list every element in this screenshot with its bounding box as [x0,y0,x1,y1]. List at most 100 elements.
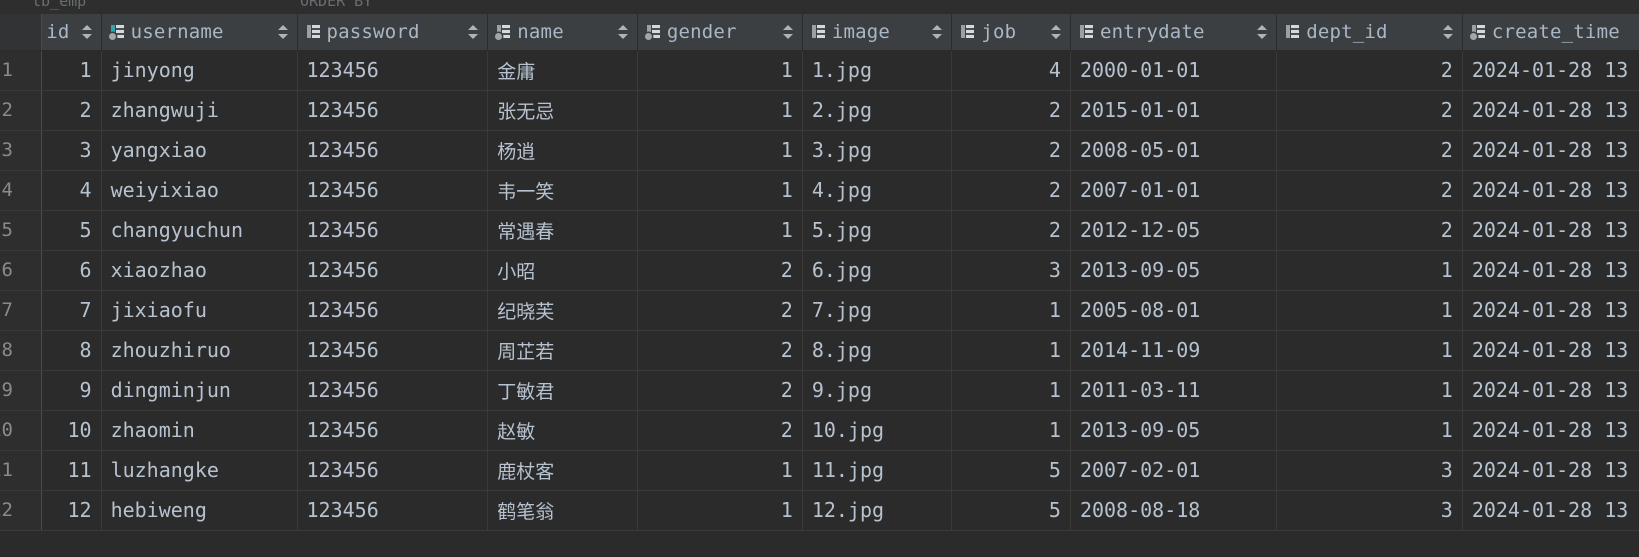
table-row[interactable]: 1 1 jinyong 123456 金庸 1 1.jpg 4 2000-01-01 2 2024-… [0,50,1639,91]
cell-password[interactable]: 123456 [297,170,489,211]
cell-password[interactable]: 123456 [297,210,489,251]
cell-image[interactable]: 2.jpg [802,90,953,131]
cell-gender[interactable]: 1 [637,450,803,491]
cell-job[interactable]: 2 [951,90,1071,131]
cell-username[interactable]: yangxiao [101,130,298,171]
cell-gender[interactable]: 2 [637,250,803,291]
cell-create-time[interactable]: 2024-01-28 13 [1462,90,1639,131]
cell-entrydate[interactable]: 2013-09-05 [1070,410,1278,451]
cell-gender[interactable]: 1 [637,50,803,91]
column-header-job[interactable]: job [951,14,1071,51]
cell-entrydate[interactable]: 2011-03-11 [1070,370,1278,411]
cell-name[interactable]: 赵敏 [487,410,638,451]
cell-entrydate[interactable]: 2015-01-01 [1070,90,1278,131]
result-grid[interactable]: id username password name gender image job entr… [0,14,1639,557]
row-number-cell[interactable]: 6 [0,250,42,291]
cell-entrydate[interactable]: 2014-11-09 [1070,330,1278,371]
cell-image[interactable]: 4.jpg [802,170,953,211]
cell-image[interactable]: 9.jpg [802,370,953,411]
table-row[interactable]: 3 3 yangxiao 123456 杨逍 1 3.jpg 2 2008-05-01 2 2024… [0,130,1639,171]
column-header-username[interactable]: username [101,14,298,51]
cell-create-time[interactable]: 2024-01-28 13 [1462,410,1639,451]
cell-password[interactable]: 123456 [297,50,489,91]
table-row[interactable]: 4 4 weiyixiao 123456 韦一笑 1 4.jpg 2 2007-01-01 2 20… [0,170,1639,211]
column-header-name[interactable]: name [487,14,638,51]
cell-job[interactable]: 1 [951,370,1071,411]
cell-id[interactable]: 3 [41,130,102,171]
row-number-cell[interactable]: 5 [0,210,42,251]
cell-password[interactable]: 123456 [297,410,489,451]
cell-create-time[interactable]: 2024-01-28 13 [1462,50,1639,91]
column-header-create-time[interactable]: create_time [1462,14,1639,51]
cell-password[interactable]: 123456 [297,130,489,171]
cell-gender[interactable]: 2 [637,290,803,331]
cell-password[interactable]: 123456 [297,450,489,491]
cell-name[interactable]: 鹿杖客 [487,450,638,491]
cell-create-time[interactable]: 2024-01-28 13 [1462,290,1639,331]
cell-id[interactable]: 1 [41,50,102,91]
cell-name[interactable]: 金庸 [487,50,638,91]
sort-toggle-icon[interactable] [617,24,629,40]
cell-username[interactable]: zhouzhiruo [101,330,298,371]
column-header-entrydate[interactable]: entrydate [1070,14,1278,51]
cell-dept-id[interactable]: 1 [1276,410,1463,451]
sort-toggle-icon[interactable] [782,24,794,40]
cell-gender[interactable]: 2 [637,410,803,451]
cell-username[interactable]: changyuchun [101,210,298,251]
row-number-cell[interactable]: 3 [0,130,42,171]
cell-dept-id[interactable]: 1 [1276,370,1463,411]
cell-job[interactable]: 2 [951,170,1071,211]
cell-image[interactable]: 1.jpg [802,50,953,91]
cell-id[interactable]: 8 [41,330,102,371]
cell-gender[interactable]: 1 [637,170,803,211]
table-row[interactable]: 5 5 changyuchun 123456 常遇春 1 5.jpg 2 2012-12-05 2… [0,210,1639,251]
cell-image[interactable]: 5.jpg [802,210,953,251]
cell-name[interactable]: 小昭 [487,250,638,291]
cell-username[interactable]: weiyixiao [101,170,298,211]
cell-image[interactable]: 8.jpg [802,330,953,371]
sort-toggle-icon[interactable] [1257,24,1268,40]
table-row[interactable]: 8 8 zhouzhiruo 123456 周芷若 2 8.jpg 1 2014-11-09 1 2… [0,330,1639,371]
cell-create-time[interactable]: 2024-01-28 13 [1462,450,1639,491]
cell-username[interactable]: zhaomin [101,410,298,451]
sort-toggle-icon[interactable] [1050,24,1062,40]
cell-image[interactable]: 3.jpg [802,130,953,171]
cell-create-time[interactable]: 2024-01-28 13 [1462,250,1639,291]
cell-password[interactable]: 123456 [297,90,489,131]
row-number-cell[interactable]: 2 [0,90,42,131]
cell-job[interactable]: 1 [951,290,1071,331]
cell-name[interactable]: 韦一笑 [487,170,638,211]
cell-job[interactable]: 2 [951,130,1071,171]
table-row[interactable]: 1111luzhangke123456鹿杖客111.jpg52007-02-01… [0,450,1639,491]
cell-dept-id[interactable]: 2 [1276,170,1463,211]
row-number-cell[interactable]: 7 [0,290,42,331]
cell-id[interactable]: 6 [41,250,102,291]
column-header-image[interactable]: image [802,14,953,51]
column-header-dept-id[interactable]: dept_id [1276,14,1463,51]
cell-dept-id[interactable]: 3 [1276,490,1463,531]
cell-gender[interactable]: 1 [637,130,803,171]
cell-id[interactable]: 2 [41,90,102,131]
row-number-cell[interactable]: 10 [0,410,42,451]
row-number-cell[interactable]: 11 [0,450,42,491]
cell-create-time[interactable]: 2024-01-28 13 [1462,370,1639,411]
cell-entrydate[interactable]: 2005-08-01 [1070,290,1278,331]
cell-name[interactable]: 纪晓芙 [487,290,638,331]
cell-create-time[interactable]: 2024-01-28 13 [1462,330,1639,371]
cell-name[interactable]: 周芷若 [487,330,638,371]
cell-username[interactable]: luzhangke [101,450,298,491]
cell-dept-id[interactable]: 2 [1276,210,1463,251]
cell-dept-id[interactable]: 2 [1276,90,1463,131]
cell-dept-id[interactable]: 1 [1276,290,1463,331]
cell-username[interactable]: xiaozhao [101,250,298,291]
sort-toggle-icon[interactable] [1442,24,1454,40]
row-number-cell[interactable]: 8 [0,330,42,371]
row-number-cell[interactable]: 1 [0,50,42,91]
cell-image[interactable]: 10.jpg [802,410,953,451]
cell-id[interactable]: 12 [41,490,102,531]
cell-entrydate[interactable]: 2013-09-05 [1070,250,1278,291]
cell-password[interactable]: 123456 [297,290,489,331]
cell-entrydate[interactable]: 2012-12-05 [1070,210,1278,251]
cell-job[interactable]: 2 [951,210,1071,251]
cell-create-time[interactable]: 2024-01-28 13 [1462,130,1639,171]
